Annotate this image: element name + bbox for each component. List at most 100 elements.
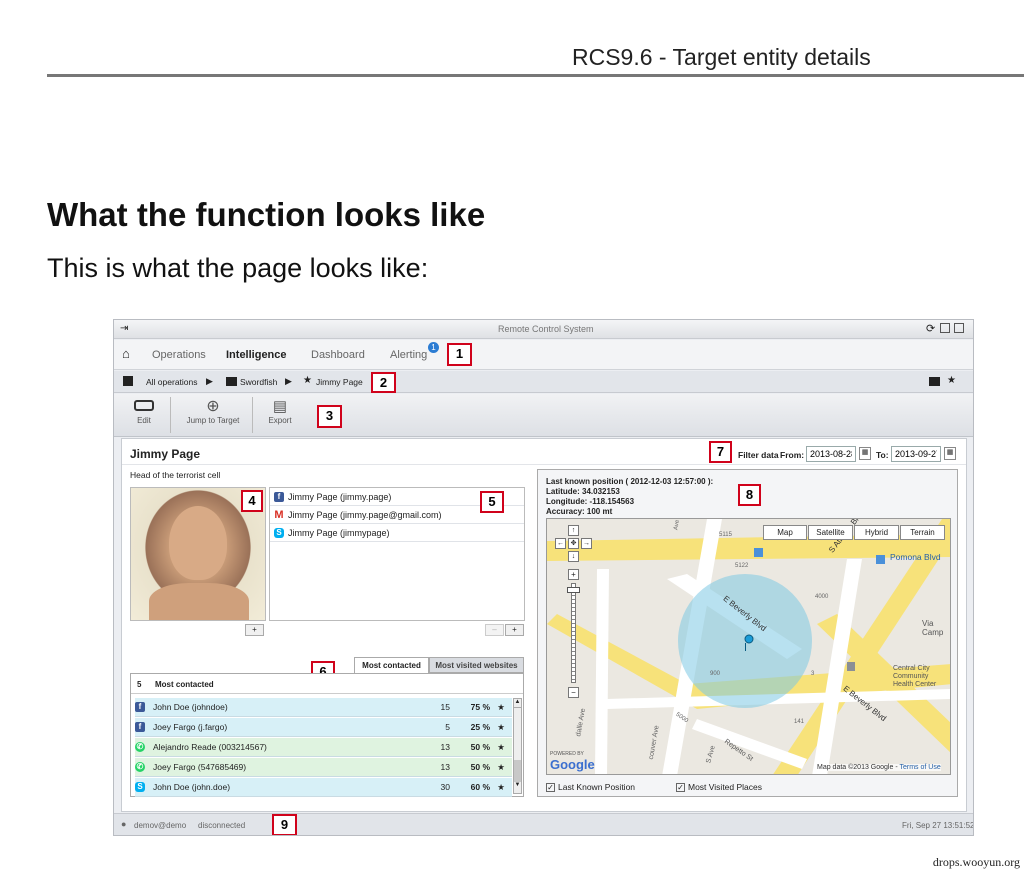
position-pin[interactable]: [744, 634, 754, 644]
nav-alerting[interactable]: Alerting: [390, 349, 427, 361]
minimize-icon[interactable]: [954, 323, 964, 333]
marker-4: 4: [241, 490, 263, 512]
checkbox-checked-icon[interactable]: ✓: [546, 783, 555, 793]
refresh-icon[interactable]: ⟳: [926, 322, 935, 335]
remove-handle-button[interactable]: –: [485, 624, 504, 636]
map-type-map[interactable]: Map: [763, 525, 807, 540]
breadcrumb-all-operations[interactable]: All operations: [146, 377, 198, 387]
zoom-in-icon[interactable]: +: [568, 569, 579, 580]
alert-count-badge: 1: [428, 342, 439, 353]
marker-7: 7: [709, 441, 732, 463]
scrollbar[interactable]: ▲ ▼: [513, 698, 522, 794]
terms-link[interactable]: Terms of Use: [899, 764, 940, 771]
contact-name: Joey Fargo (547685469): [153, 762, 247, 772]
breadcrumb-target[interactable]: Jimmy Page: [316, 377, 363, 387]
window-titlebar: ⇥ Remote Control System ⟳: [114, 320, 973, 339]
position-latitude: Latitude: 34.032153: [546, 487, 620, 496]
pan-right-icon[interactable]: →: [581, 538, 592, 549]
home-icon[interactable]: ⌂: [122, 346, 130, 361]
toolbar-divider: [252, 397, 253, 433]
add-handle-button[interactable]: +: [505, 624, 524, 636]
marker-2: 2: [371, 372, 396, 393]
status-user: demov@demo: [134, 821, 187, 830]
facebook-icon: f: [135, 722, 145, 732]
position-panel: Last known position ( 2012-12-03 12:57:0…: [537, 469, 958, 797]
contact-row[interactable]: f John Doe (johndoe) 15 75 % ★: [135, 698, 512, 717]
scroll-up-icon[interactable]: ▲: [514, 699, 521, 708]
nav-intelligence[interactable]: Intelligence: [226, 349, 287, 361]
breadcrumb: All operations ▶ Swordfish ▶ ★ Jimmy Pag…: [114, 371, 973, 393]
checkbox-checked-icon[interactable]: ✓: [676, 783, 685, 793]
contact-percent: 50 %: [470, 742, 490, 752]
app-screenshot: ⇥ Remote Control System ⟳ ⌂ Operations I…: [113, 319, 974, 836]
map-type-satellite[interactable]: Satellite: [808, 525, 853, 540]
chevron-right-icon: ▶: [285, 376, 292, 386]
tab-most-visited-websites[interactable]: Most visited websites: [429, 657, 524, 673]
handle-row[interactable]: S Jimmy Page (jimmypage): [270, 524, 524, 542]
map-view[interactable]: Pomona Blvd S Atlantic Blvd E Beverly Bl…: [546, 518, 951, 775]
section-subheading: This is what the page looks like:: [47, 253, 429, 283]
skype-icon: S: [135, 782, 145, 792]
marker-8: 8: [738, 484, 761, 506]
zoom-slider-thumb[interactable]: [567, 587, 580, 593]
map-credit: Map data ©2013 Google - Terms of Use: [817, 764, 941, 771]
window-title: Remote Control System: [498, 324, 594, 334]
marker-9: 9: [272, 814, 297, 835]
calendar-icon[interactable]: ▦: [944, 447, 956, 460]
contact-percent: 25 %: [470, 722, 490, 732]
contact-row[interactable]: ✆ Joey Fargo (547685469) 13 50 % ★: [135, 758, 512, 777]
nav-operations[interactable]: Operations: [152, 349, 206, 361]
zoom-slider[interactable]: [571, 583, 576, 683]
target-star-icon: ★: [303, 375, 312, 386]
to-label: To:: [876, 450, 889, 460]
map-type-hybrid[interactable]: Hybrid: [854, 525, 899, 540]
folder-icon[interactable]: [929, 377, 940, 386]
zoom-out-icon[interactable]: −: [568, 687, 579, 698]
from-date-input[interactable]: [806, 446, 856, 462]
scroll-thumb[interactable]: [514, 760, 521, 782]
star-icon[interactable]: ★: [947, 375, 956, 386]
map-label-health: Central City Community Health Center: [893, 665, 937, 688]
pan-up-icon[interactable]: ↑: [568, 525, 579, 536]
position-longitude: Longitude: -118.154563: [546, 497, 635, 506]
star-icon[interactable]: ★: [490, 702, 512, 713]
pan-center-icon[interactable]: ✥: [568, 538, 579, 549]
to-date-input[interactable]: [891, 446, 941, 462]
export-button[interactable]: ▤ Export: [262, 398, 298, 425]
contact-row[interactable]: f Joey Fargo (j.fargo) 5 25 % ★: [135, 718, 512, 737]
edit-icon: [134, 400, 154, 411]
breadcrumb-operation[interactable]: Swordfish: [240, 377, 277, 387]
contacts-title: Most contacted: [155, 680, 214, 689]
contact-row[interactable]: S John Doe (john.doe) 30 60 % ★: [135, 778, 512, 797]
toolbar: Edit ⊕ Jump to Target ▤ Export 3: [114, 394, 973, 437]
source-footer: drops.wooyun.org: [932, 855, 1020, 869]
star-icon[interactable]: ★: [490, 722, 512, 733]
star-icon[interactable]: ★: [490, 782, 512, 793]
star-icon[interactable]: ★: [490, 742, 512, 753]
contacts-panel: 5 Most contacted f John Doe (johndoe) 15 75…: [130, 673, 524, 797]
contact-row[interactable]: ✆ Alejandro Reade (003214567) 13 50 % ★: [135, 738, 512, 757]
add-photo-button[interactable]: +: [245, 624, 264, 636]
jump-to-target-button[interactable]: ⊕ Jump to Target: [184, 398, 242, 425]
hospital-icon: [847, 662, 855, 671]
pan-left-icon[interactable]: ←: [555, 538, 566, 549]
logout-icon[interactable]: ⇥: [120, 323, 128, 334]
last-position-checkbox[interactable]: ✓ Last Known Position: [546, 782, 635, 793]
calendar-icon[interactable]: ▦: [859, 447, 871, 460]
edit-button[interactable]: Edit: [124, 400, 164, 425]
section-heading: What the function looks like: [47, 196, 486, 233]
visited-places-checkbox[interactable]: ✓ Most Visited Places: [676, 782, 762, 793]
scroll-down-icon[interactable]: ▼: [514, 782, 521, 791]
street: [595, 569, 609, 774]
contact-percent: 60 %: [470, 782, 490, 792]
map-type-terrain[interactable]: Terrain: [900, 525, 945, 540]
tab-most-contacted[interactable]: Most contacted: [354, 657, 429, 673]
popout-icon[interactable]: [940, 323, 950, 333]
star-icon[interactable]: ★: [490, 762, 512, 773]
pan-down-icon[interactable]: ↓: [568, 551, 579, 562]
gmail-icon: M: [274, 508, 284, 521]
map-label: 141: [794, 719, 805, 725]
handle-text: Jimmy Page (jimmy.page@gmail.com): [288, 509, 442, 520]
status-bar: ● demov@demo disconnected 9 Fri, Sep 27 …: [114, 813, 973, 835]
nav-dashboard[interactable]: Dashboard: [311, 349, 365, 361]
